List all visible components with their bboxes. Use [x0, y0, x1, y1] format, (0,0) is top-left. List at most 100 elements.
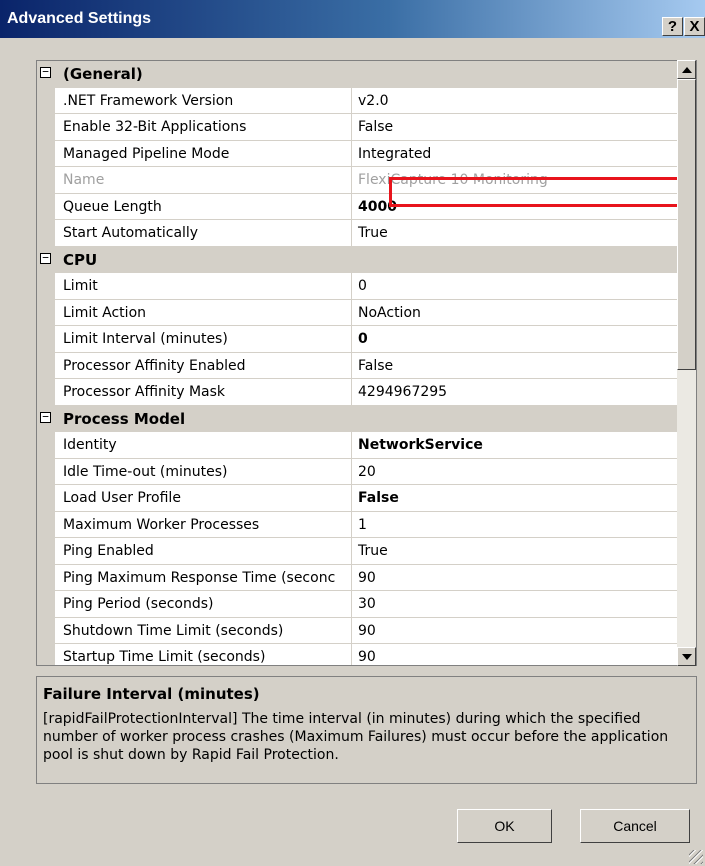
row-margin: [37, 167, 55, 193]
help-button[interactable]: ?: [662, 17, 683, 36]
property-name: Limit Interval (minutes): [63, 331, 228, 347]
property-row[interactable]: Processor Affinity Enabled False: [37, 352, 677, 379]
property-name: Identity: [63, 437, 117, 453]
property-value[interactable]: 90: [351, 617, 677, 643]
property-row[interactable]: Idle Time-out (minutes) 20: [37, 458, 677, 485]
category-label: CPU: [63, 250, 98, 269]
property-value[interactable]: False: [351, 352, 677, 378]
category-label: Process Model: [63, 409, 186, 428]
category-label: (General): [63, 65, 143, 83]
row-margin: [37, 644, 55, 665]
property-value[interactable]: NetworkService: [351, 432, 677, 458]
property-value[interactable]: True: [351, 538, 677, 564]
property-row[interactable]: Startup Time Limit (seconds) 90: [37, 644, 677, 665]
scroll-up-button[interactable]: [677, 60, 696, 79]
category-row[interactable]: − Process Model: [37, 405, 677, 432]
property-value[interactable]: 4000: [351, 193, 677, 219]
property-value[interactable]: 90: [351, 564, 677, 590]
property-value[interactable]: 90: [351, 644, 677, 665]
property-row[interactable]: Ping Period (seconds) 30: [37, 591, 677, 618]
property-name: Ping Period (seconds): [63, 596, 214, 612]
property-row[interactable]: Limit Action NoAction: [37, 299, 677, 326]
property-row[interactable]: Maximum Worker Processes 1: [37, 511, 677, 538]
property-row[interactable]: Limit 0: [37, 273, 677, 300]
property-value[interactable]: False: [351, 114, 677, 140]
row-margin: [37, 432, 55, 458]
row-margin: [37, 193, 55, 219]
property-row[interactable]: Processor Affinity Mask 4294967295: [37, 379, 677, 406]
property-value[interactable]: 1: [351, 511, 677, 537]
property-row[interactable]: Queue Length 4000: [37, 193, 677, 220]
property-name: Limit: [63, 278, 98, 294]
property-name: Start Automatically: [63, 225, 199, 241]
property-row[interactable]: Managed Pipeline Mode Integrated: [37, 140, 677, 167]
property-name: Ping Maximum Response Time (seconc: [63, 569, 336, 586]
arrow-up-icon: [682, 67, 692, 73]
property-row[interactable]: Identity NetworkService: [37, 432, 677, 459]
row-margin: [37, 326, 55, 352]
title-bar: Advanced Settings ? X: [0, 0, 705, 38]
row-margin: [37, 564, 55, 590]
property-name: Limit Action: [63, 304, 147, 321]
property-value[interactable]: Integrated: [351, 140, 677, 166]
property-value[interactable]: v2.0: [351, 87, 677, 113]
property-name: Load User Profile: [63, 490, 181, 506]
cancel-button[interactable]: Cancel: [580, 809, 690, 843]
row-margin: [37, 617, 55, 643]
property-row[interactable]: Enable 32-Bit Applications False: [37, 114, 677, 141]
property-value[interactable]: 0: [351, 273, 677, 299]
close-button[interactable]: X: [684, 17, 705, 36]
collapse-icon[interactable]: −: [40, 411, 51, 423]
resize-grip-icon[interactable]: [689, 850, 703, 864]
property-grid: − (General) .NET Framework Version v2.0 Enab…: [36, 60, 697, 666]
property-name: Maximum Worker Processes: [63, 516, 260, 533]
property-row[interactable]: Shutdown Time Limit (seconds) 90: [37, 617, 677, 644]
property-value[interactable]: False: [351, 485, 677, 511]
property-name: Managed Pipeline Mode: [63, 145, 230, 162]
window-title: Advanced Settings: [7, 10, 152, 27]
arrow-down-icon: [682, 654, 692, 660]
property-name: Enable 32-Bit Applications: [63, 119, 247, 135]
property-value[interactable]: 20: [351, 458, 677, 484]
property-row[interactable]: Load User Profile False: [37, 485, 677, 512]
property-name: Idle Time-out (minutes): [63, 463, 228, 480]
row-margin: [37, 220, 55, 246]
property-row[interactable]: Ping Maximum Response Time (seconc 90: [37, 564, 677, 591]
row-margin: [37, 140, 55, 166]
property-row[interactable]: Name FlexiCapture 10 Monitoring: [37, 167, 677, 194]
category-row[interactable]: − (General): [37, 61, 677, 88]
property-name: Queue Length: [63, 198, 162, 215]
property-name: Processor Affinity Enabled: [63, 357, 246, 374]
row-margin: [37, 591, 55, 617]
row-margin: [37, 273, 55, 299]
property-row[interactable]: Start Automatically True: [37, 220, 677, 247]
category-row[interactable]: − CPU: [37, 246, 677, 273]
property-row[interactable]: Limit Interval (minutes) 0: [37, 326, 677, 353]
property-value[interactable]: 0: [351, 326, 677, 352]
description-text: [rapidFailProtectionInterval] The time i…: [43, 711, 669, 763]
row-margin: [37, 458, 55, 484]
property-value[interactable]: NoAction: [351, 299, 677, 325]
property-name: Processor Affinity Mask: [63, 384, 226, 400]
property-value[interactable]: 4294967295: [351, 379, 677, 405]
property-value[interactable]: FlexiCapture 10 Monitoring: [351, 167, 677, 193]
collapse-icon[interactable]: −: [40, 252, 51, 264]
row-margin: [37, 485, 55, 511]
vertical-scrollbar[interactable]: [677, 60, 696, 666]
property-value[interactable]: True: [351, 220, 677, 246]
property-name: Startup Time Limit (seconds): [63, 649, 266, 665]
property-value[interactable]: 30: [351, 591, 677, 617]
row-margin: [37, 511, 55, 537]
scroll-thumb[interactable]: [677, 79, 696, 370]
collapse-icon[interactable]: −: [40, 66, 51, 78]
property-row[interactable]: .NET Framework Version v2.0: [37, 87, 677, 114]
ok-button[interactable]: OK: [457, 809, 552, 843]
description-title: Failure Interval (minutes): [43, 685, 260, 703]
row-margin: [37, 87, 55, 113]
row-margin: [37, 379, 55, 405]
scroll-down-button[interactable]: [677, 647, 696, 666]
property-name: .NET Framework Version: [63, 92, 234, 109]
row-margin: [37, 114, 55, 140]
property-row[interactable]: Ping Enabled True: [37, 538, 677, 565]
property-name: Name: [63, 172, 105, 188]
